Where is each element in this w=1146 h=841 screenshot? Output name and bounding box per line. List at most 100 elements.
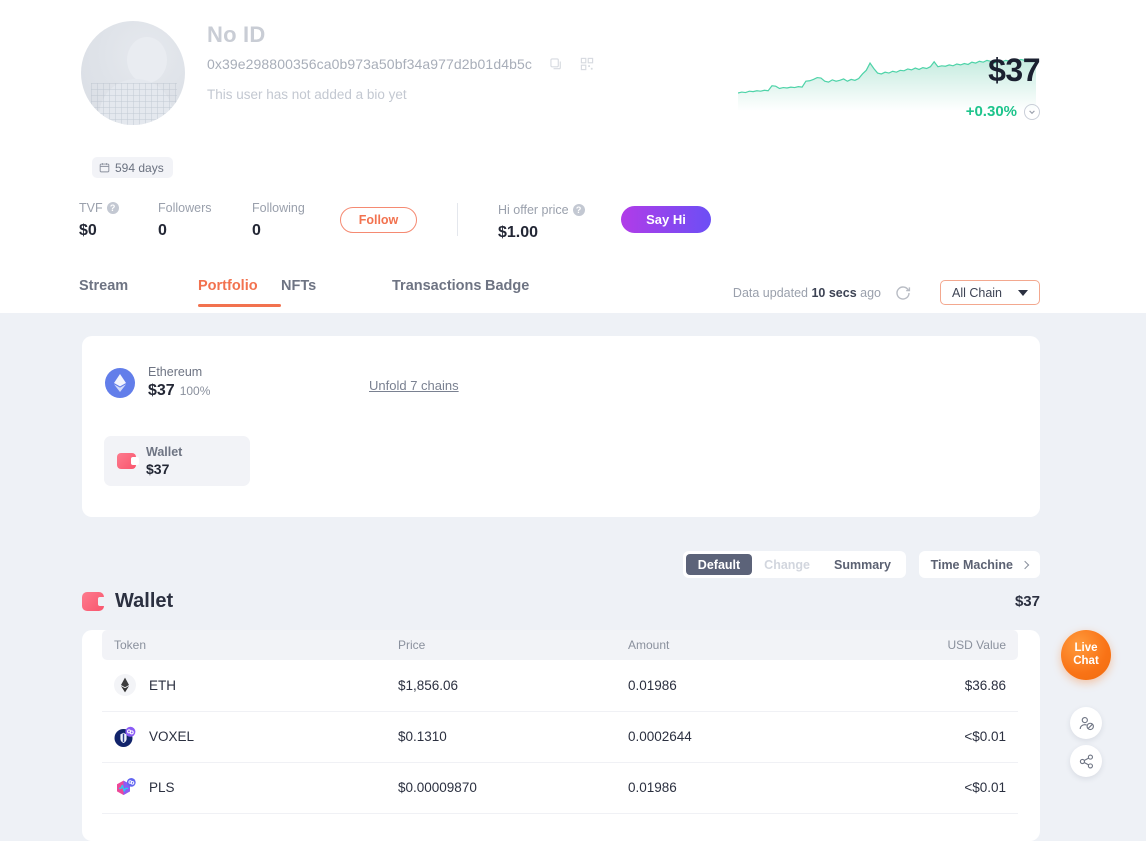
wallet-section-title: Wallet xyxy=(115,590,173,613)
stats-row: TVF ? $0 Followers 0 Following 0 xyxy=(79,201,318,240)
wallet-address: 0x39e298800356ca0b973a50bf34a977d2b01d4b… xyxy=(207,56,532,72)
stat-following-label: Following xyxy=(252,201,305,215)
live-chat-line1: Live xyxy=(1074,642,1097,655)
token-symbol: PLS xyxy=(149,780,175,795)
user-block-icon xyxy=(1078,715,1095,732)
table-body: ETH $1,856.06 0.01986 $36.86 xyxy=(102,660,1018,813)
chain-percent: 100% xyxy=(180,384,211,398)
tab-stream[interactable]: Stream xyxy=(79,278,198,307)
pls-token-icon xyxy=(114,777,136,799)
days-badge: 594 days xyxy=(92,157,173,178)
view-mode-change: Change xyxy=(752,554,822,575)
token-table: Token Price Amount USD Value xyxy=(102,630,1018,814)
wallet-icon xyxy=(117,453,136,469)
stat-tvf: TVF ? $0 xyxy=(79,201,158,240)
stat-followers[interactable]: Followers 0 xyxy=(158,201,252,240)
avatar-pattern xyxy=(91,83,177,125)
avatar[interactable] xyxy=(81,21,185,125)
cell-token: VOXEL xyxy=(102,711,386,762)
chain-filter-select[interactable]: All Chain xyxy=(940,280,1040,305)
table-header-row: Token Price Amount USD Value xyxy=(102,630,1018,660)
avatar-head xyxy=(127,37,167,83)
share-icon xyxy=(1078,753,1095,770)
updated-prefix: Data updated xyxy=(733,286,812,300)
tab-portfolio[interactable]: Portfolio xyxy=(198,278,281,307)
help-icon[interactable]: ? xyxy=(107,202,119,214)
qr-code-icon[interactable] xyxy=(580,57,594,71)
cell-usd-value: $36.86 xyxy=(842,660,1018,711)
cell-price: $0.00009870 xyxy=(386,762,616,813)
table-row[interactable]: ETH $1,856.06 0.01986 $36.86 xyxy=(102,660,1018,711)
hi-offer-price: Hi offer price ? $1.00 xyxy=(498,203,585,242)
follow-button[interactable]: Follow xyxy=(340,207,417,233)
contact-button[interactable] xyxy=(1070,707,1102,739)
stat-tvf-value: $0 xyxy=(79,222,158,240)
token-symbol: ETH xyxy=(149,678,176,693)
tab-badge[interactable]: Badge xyxy=(485,278,545,307)
wallet-source-pill[interactable]: Wallet $37 xyxy=(104,436,250,486)
cell-amount: 0.0002644 xyxy=(616,711,842,762)
chain-name: Ethereum xyxy=(148,365,210,379)
portfolio-change-pct: +0.30% xyxy=(966,103,1017,120)
chains-card: Ethereum $37 100% Unfold 7 chains xyxy=(82,336,1040,517)
token-symbol: VOXEL xyxy=(149,729,194,744)
profile-page: No ID 0x39e298800356ca0b973a50bf34a977d2… xyxy=(0,0,1146,841)
tab-nfts[interactable]: NFTs xyxy=(281,278,392,307)
refresh-icon[interactable] xyxy=(893,283,913,303)
unfold-chains-link[interactable]: Unfold 7 chains xyxy=(369,378,459,393)
column-header-price: Price xyxy=(386,630,616,660)
help-icon[interactable]: ? xyxy=(573,204,585,216)
eth-token-icon xyxy=(114,674,136,696)
hi-offer-value: $1.00 xyxy=(498,224,585,242)
wallet-section-header: Wallet $37 xyxy=(82,590,1040,613)
bio-text: This user has not added a bio yet xyxy=(207,87,407,102)
chain-ethereum[interactable]: Ethereum $37 100% xyxy=(105,365,210,400)
column-header-amount: Amount xyxy=(616,630,842,660)
cell-token: ETH xyxy=(102,660,386,711)
chain-filter-value: All Chain xyxy=(952,286,1002,300)
nav-tabs: Stream Portfolio NFTs Transactions Badge xyxy=(79,278,545,307)
stat-following[interactable]: Following 0 xyxy=(252,201,318,240)
updated-suffix: ago xyxy=(857,286,881,300)
chevron-down-icon xyxy=(1018,290,1028,296)
live-chat-line2: Chat xyxy=(1073,655,1099,668)
portfolio-change-row: +0.30% xyxy=(966,103,1040,120)
page-title: No ID xyxy=(207,22,265,48)
profile-header: No ID 0x39e298800356ca0b973a50bf34a977d2… xyxy=(0,0,1146,313)
view-mode-segmented-control: Default Change Summary xyxy=(683,551,906,578)
address-row: 0x39e298800356ca0b973a50bf34a977d2b01d4b… xyxy=(207,56,594,72)
cell-token: PLS xyxy=(102,762,386,813)
data-updated-status: Data updated 10 secs ago xyxy=(733,286,881,300)
chain-value: $37 xyxy=(148,382,175,399)
table-row[interactable]: PLS $0.00009870 0.01986 <$0.01 xyxy=(102,762,1018,813)
cell-price: $1,856.06 xyxy=(386,660,616,711)
tab-transactions[interactable]: Transactions xyxy=(392,278,485,307)
cell-usd-value: <$0.01 xyxy=(842,762,1018,813)
hi-offer-label: Hi offer price xyxy=(498,203,569,217)
say-hi-button[interactable]: Say Hi xyxy=(621,206,711,233)
stat-following-value: 0 xyxy=(252,222,318,240)
stats-divider xyxy=(457,203,458,236)
copy-icon[interactable] xyxy=(549,57,563,71)
cell-amount: 0.01986 xyxy=(616,762,842,813)
column-header-token: Token xyxy=(102,630,386,660)
chevron-down-icon[interactable] xyxy=(1024,104,1040,120)
table-row[interactable]: VOXEL $0.1310 0.0002644 <$0.01 xyxy=(102,711,1018,762)
view-mode-default[interactable]: Default xyxy=(686,554,752,575)
wallet-pill-label: Wallet xyxy=(146,445,182,459)
share-button[interactable] xyxy=(1070,745,1102,777)
token-table-card: Token Price Amount USD Value xyxy=(82,630,1040,841)
stat-tvf-label: TVF xyxy=(79,201,103,215)
ethereum-icon xyxy=(105,368,135,398)
stat-followers-label: Followers xyxy=(158,201,212,215)
wallet-pill-value: $37 xyxy=(146,461,182,477)
live-chat-button[interactable]: Live Chat xyxy=(1061,630,1111,680)
cell-usd-value: <$0.01 xyxy=(842,711,1018,762)
cell-price: $0.1310 xyxy=(386,711,616,762)
wallet-section-total: $37 xyxy=(1015,593,1040,610)
chevron-right-icon xyxy=(1021,560,1029,568)
calendar-icon xyxy=(99,162,110,173)
time-machine-button[interactable]: Time Machine xyxy=(919,551,1040,578)
column-header-usd-value: USD Value xyxy=(842,630,1018,660)
view-mode-summary[interactable]: Summary xyxy=(822,554,903,575)
